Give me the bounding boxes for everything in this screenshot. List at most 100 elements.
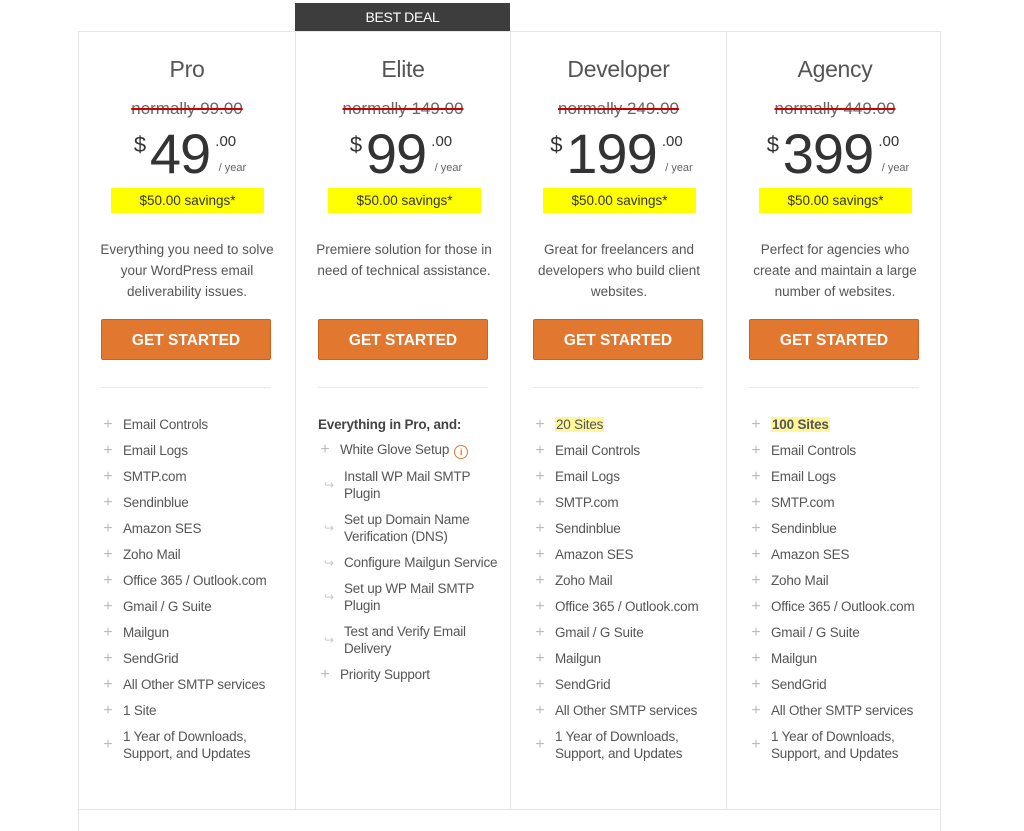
feature-label: Mailgun — [123, 625, 169, 640]
price: $ 99 .00 / year — [296, 124, 510, 184]
get-started-button[interactable]: GET STARTED — [318, 319, 488, 360]
feature-label: Amazon SES — [123, 521, 202, 536]
pricing-table: Pro normally 99.00 $ 49 .00 / year $50.0… — [78, 31, 941, 831]
feature-label: Mailgun — [771, 651, 817, 666]
feature-item: + Email Logs — [749, 468, 934, 485]
plus-icon: + — [103, 467, 113, 485]
plan-name: Developer — [567, 56, 670, 82]
feature-label: Amazon SES — [555, 547, 634, 562]
plus-icon: + — [751, 701, 761, 719]
feature-label: Zoho Mail — [555, 573, 613, 588]
divider — [101, 387, 271, 388]
feature-label: Email Logs — [123, 443, 188, 458]
feature-item: + Sendinblue — [101, 494, 286, 511]
feature-label: 100 Sites — [771, 417, 830, 432]
plus-icon: + — [103, 649, 113, 667]
feature-label: 1 Year of Downloads, Support, and Update… — [771, 729, 899, 761]
plus-icon: + — [103, 545, 113, 563]
plus-icon: + — [751, 415, 761, 433]
plus-icon: + — [535, 571, 545, 589]
plus-icon: + — [103, 441, 113, 459]
plus-icon: + — [535, 675, 545, 693]
feature-item: + SendGrid — [101, 650, 286, 667]
plan-name: Agency — [797, 56, 873, 82]
feature-item: +20 Sites — [533, 416, 718, 433]
feature-item: ↪ Install WP Mail SMTP Plugin — [318, 468, 503, 502]
plan-description: Perfect for agencies who create and main… — [753, 242, 917, 299]
feature-item: + SMTP.com — [533, 494, 718, 511]
feature-label: Email Controls — [555, 443, 640, 458]
feature-label: Sendinblue — [771, 521, 837, 536]
feature-item: + Mailgun — [101, 624, 286, 641]
feature-label: Test and Verify Email Delivery — [344, 624, 466, 656]
get-started-button[interactable]: GET STARTED — [749, 319, 919, 360]
plus-icon: + — [535, 441, 545, 459]
feature-item: + Mailgun — [533, 650, 718, 667]
savings-badge: $50.00 savings* — [759, 188, 912, 213]
price-cents: .00 — [661, 133, 683, 150]
feature-label: SendGrid — [555, 677, 611, 692]
plus-icon: + — [535, 649, 545, 667]
feature-list: Everything in Pro, and: + White Glove Setu… — [318, 416, 503, 692]
price-cents: .00 — [878, 133, 900, 150]
feature-item: + SMTP.com — [749, 494, 934, 511]
feature-item: + Office 365 / Outlook.com — [533, 598, 718, 615]
feature-label: Email Controls — [123, 417, 208, 432]
feature-label: SendGrid — [771, 677, 827, 692]
sub-arrow-icon: ↪ — [324, 633, 334, 647]
feature-label: SMTP.com — [555, 495, 619, 510]
get-started-button[interactable]: GET STARTED — [533, 319, 703, 360]
currency-symbol: $ — [349, 132, 363, 157]
plan-developer: Developer normally 249.00 $ 199 .00 / ye… — [511, 32, 727, 810]
plus-icon: + — [103, 675, 113, 693]
feature-label: Set up WP Mail SMTP Plugin — [344, 581, 474, 613]
original-price: normally 149.00 — [342, 99, 464, 118]
feature-label: Office 365 / Outlook.com — [123, 573, 267, 588]
feature-label: Zoho Mail — [123, 547, 181, 562]
plan-pro: Pro normally 99.00 $ 49 .00 / year $50.0… — [79, 32, 295, 810]
original-price: normally 249.00 — [558, 99, 679, 118]
price-cents: .00 — [431, 133, 453, 150]
feature-item: + Sendinblue — [533, 520, 718, 537]
get-started-button[interactable]: GET STARTED — [101, 319, 271, 360]
plus-icon: + — [751, 467, 761, 485]
feature-item: + Office 365 / Outlook.com — [101, 572, 286, 589]
feature-label: Sendinblue — [123, 495, 189, 510]
feature-item: + Zoho Mail — [533, 572, 718, 589]
feature-item: + White Glove Setup i — [318, 441, 503, 459]
plus-icon: + — [535, 519, 545, 537]
table-bottom-border — [78, 809, 941, 810]
feature-item: +1 Year of Downloads, Support, and Updat… — [749, 728, 934, 762]
plus-icon: + — [751, 736, 761, 753]
feature-item: + Gmail / G Suite — [533, 624, 718, 641]
price-period: / year — [434, 162, 463, 174]
plus-icon: + — [103, 597, 113, 615]
savings-badge: $50.00 savings* — [328, 188, 481, 213]
sub-arrow-icon: ↪ — [324, 555, 334, 570]
feature-label: 20 Sites — [555, 417, 605, 432]
price: $ 49 .00 / year — [79, 124, 295, 184]
feature-label: SMTP.com — [123, 469, 187, 484]
plus-icon: + — [103, 493, 113, 511]
feature-label: Office 365 / Outlook.com — [555, 599, 699, 614]
divider — [749, 387, 919, 388]
plus-icon: + — [751, 545, 761, 563]
plus-icon: + — [751, 493, 761, 511]
plus-icon: + — [751, 597, 761, 615]
feature-item: + Sendinblue — [749, 520, 934, 537]
feature-label: Email Logs — [555, 469, 620, 484]
divider — [318, 387, 488, 388]
plus-icon: + — [103, 519, 113, 537]
price-cents: .00 — [215, 133, 237, 150]
price-amount: 199 — [566, 122, 657, 185]
info-icon[interactable]: i — [454, 445, 469, 459]
feature-item: + SendGrid — [533, 676, 718, 693]
feature-item: + All Other SMTP services — [533, 702, 718, 719]
plus-icon: + — [535, 701, 545, 719]
feature-item: + Email Controls — [533, 442, 718, 459]
feature-label: Set up Domain Name Verification (DNS) — [344, 512, 470, 544]
plus-icon: + — [103, 623, 113, 641]
feature-label: Office 365 / Outlook.com — [771, 599, 915, 614]
price: $ 199 .00 / year — [511, 124, 726, 184]
feature-label: White Glove Setup — [340, 442, 450, 457]
